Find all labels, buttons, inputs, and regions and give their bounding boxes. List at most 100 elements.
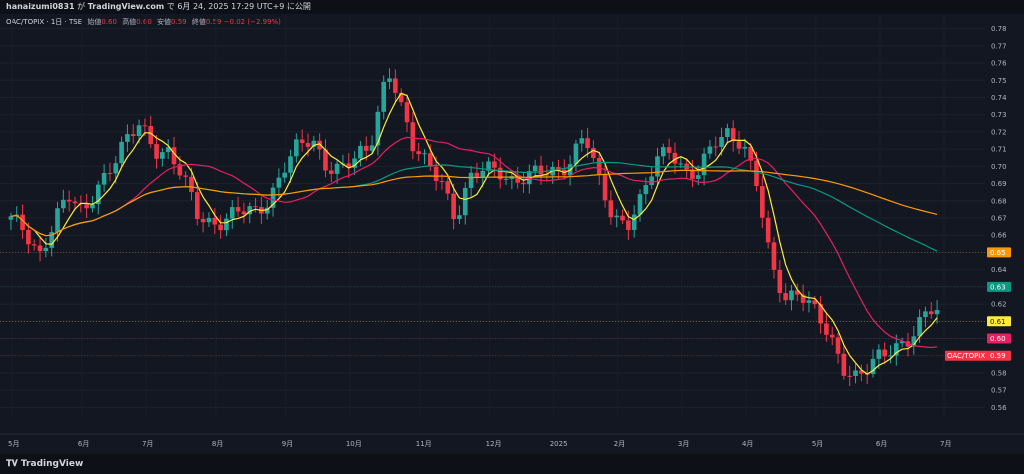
candle-body[interactable] [532, 165, 538, 172]
candle-body[interactable] [160, 152, 165, 159]
candle-body[interactable] [719, 136, 724, 147]
candle-body[interactable] [923, 311, 928, 318]
candle-body[interactable] [847, 375, 853, 377]
candle-body[interactable] [404, 102, 410, 123]
candle-body[interactable] [701, 153, 707, 176]
candle-body[interactable] [608, 200, 614, 218]
candle-body[interactable] [66, 199, 72, 202]
candle-body[interactable] [666, 147, 672, 153]
author-name[interactable]: hanaizumi0831 [6, 2, 75, 11]
candle-body[interactable] [212, 217, 218, 225]
candle-body[interactable] [503, 178, 509, 180]
candle-body[interactable] [241, 211, 247, 215]
candle-body[interactable] [125, 134, 130, 142]
candle-body[interactable] [626, 220, 631, 230]
candle-body[interactable] [631, 214, 637, 230]
candle-body[interactable] [841, 353, 847, 376]
candle-body[interactable] [229, 207, 235, 219]
candle-body[interactable] [829, 334, 835, 338]
candle-body[interactable] [824, 323, 829, 335]
candle-body[interactable] [375, 111, 381, 146]
candle-body[interactable] [183, 175, 188, 177]
candle-body[interactable] [853, 370, 858, 376]
candle-body[interactable] [43, 247, 49, 252]
candle-body[interactable] [101, 172, 107, 185]
candle-body[interactable] [806, 300, 812, 303]
candle-body[interactable] [917, 317, 922, 337]
candle-body[interactable] [299, 139, 305, 144]
candle-body[interactable] [760, 186, 765, 218]
candle-body[interactable] [591, 147, 596, 159]
candle-body[interactable] [783, 293, 788, 301]
candle-body[interactable] [119, 141, 124, 164]
candle-body[interactable] [725, 128, 730, 137]
candle-body[interactable] [457, 215, 462, 220]
candle-body[interactable] [218, 224, 223, 231]
candle-body[interactable] [433, 166, 439, 182]
tradingview-logo[interactable]: 𝐓𝐕 TradingView [6, 454, 83, 474]
candle-body[interactable] [876, 349, 882, 359]
candle-body[interactable] [754, 160, 759, 187]
candle-body[interactable] [579, 138, 585, 144]
candle-body[interactable] [480, 170, 486, 178]
candle-body[interactable] [358, 145, 363, 159]
candle-body[interactable] [195, 192, 200, 219]
candle-body[interactable] [882, 349, 887, 357]
candle-body[interactable] [713, 146, 719, 148]
candle-body[interactable] [26, 230, 31, 245]
candle-body[interactable] [142, 125, 148, 127]
candle-body[interactable] [387, 78, 392, 82]
candle-body[interactable] [113, 163, 119, 174]
candle-body[interactable] [363, 145, 369, 151]
candle-body[interactable] [707, 146, 713, 154]
candle-body[interactable] [154, 144, 159, 159]
candle-body[interactable] [61, 199, 66, 209]
candle-body[interactable] [130, 134, 136, 136]
candle-body[interactable] [468, 172, 474, 188]
candle-body[interactable] [573, 143, 579, 165]
candle-body[interactable] [410, 122, 416, 152]
candle-body[interactable] [37, 245, 43, 252]
candle-body[interactable] [771, 242, 777, 270]
candle-body[interactable] [538, 165, 544, 175]
candle-body[interactable] [55, 208, 60, 233]
candle-body[interactable] [451, 193, 456, 220]
candle-body[interactable] [381, 81, 387, 112]
candle-body[interactable] [765, 217, 771, 243]
candle-body[interactable] [777, 269, 783, 294]
candle-body[interactable] [200, 218, 206, 223]
candle-body[interactable] [934, 310, 940, 315]
candle-body[interactable] [276, 177, 282, 188]
candle-body[interactable] [253, 206, 258, 208]
candle-body[interactable] [288, 156, 293, 173]
candle-body[interactable] [282, 172, 287, 178]
candle-body[interactable] [416, 151, 421, 155]
candle-body[interactable] [789, 290, 794, 301]
candle-body[interactable] [730, 128, 736, 142]
candle-body[interactable] [835, 337, 841, 354]
candle-body[interactable] [439, 181, 445, 183]
candle-body[interactable] [305, 143, 311, 147]
site-name[interactable]: TradingView.com [88, 2, 165, 11]
candle-body[interactable] [328, 170, 334, 174]
candle-body[interactable] [462, 187, 468, 216]
candle-body[interactable] [206, 217, 212, 223]
candle-body[interactable] [492, 161, 497, 168]
candle-body[interactable] [736, 141, 742, 149]
candle-body[interactable] [8, 216, 14, 220]
candle-body[interactable] [189, 176, 194, 193]
candle-body[interactable] [602, 174, 608, 201]
candle-body[interactable] [649, 176, 654, 186]
candle-body[interactable] [620, 215, 625, 221]
candle-body[interactable] [928, 311, 934, 315]
candle-body[interactable] [596, 158, 602, 175]
candle-body[interactable] [334, 163, 340, 174]
candle-body[interactable] [695, 175, 701, 179]
candle-body[interactable] [224, 218, 229, 231]
candle-body[interactable] [31, 244, 37, 246]
candle-body[interactable] [742, 146, 748, 149]
candle-body[interactable] [637, 194, 643, 215]
candle-body[interactable] [393, 78, 398, 93]
candle-body[interactable] [422, 153, 427, 155]
candle-body[interactable] [294, 139, 299, 157]
